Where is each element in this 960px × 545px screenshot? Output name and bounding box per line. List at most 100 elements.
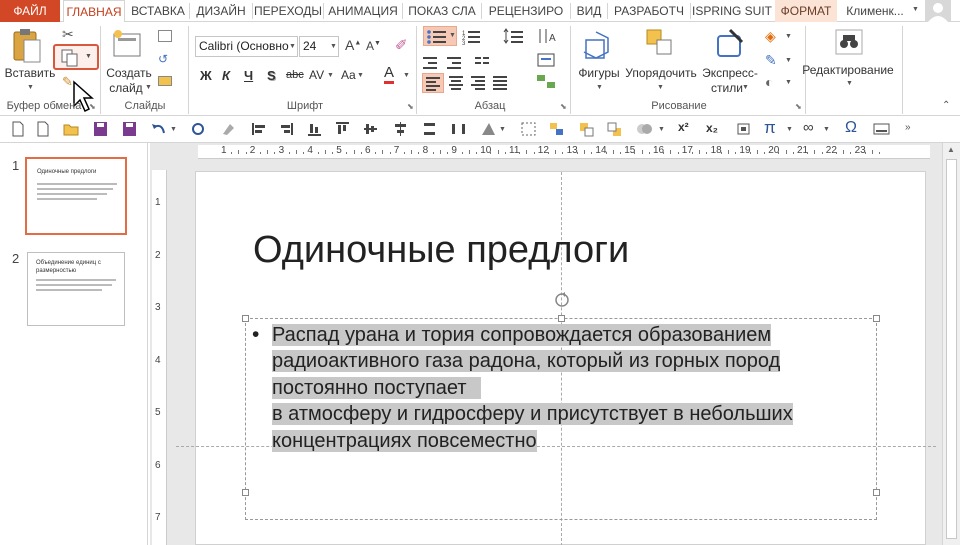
numbering-icon[interactable]: 123 — [462, 29, 492, 45]
keyboard-icon[interactable] — [873, 121, 890, 137]
arrange-chevron-down-icon[interactable]: ▼ — [657, 84, 664, 91]
align-right-objects-icon[interactable] — [278, 121, 295, 137]
align-middle-icon[interactable] — [362, 121, 379, 137]
format-tool-icon[interactable] — [220, 121, 237, 137]
text-line-4[interactable]: в атмосферу и гидросферу и присутствует … — [272, 403, 793, 426]
tab-transitions[interactable]: ПЕРЕХОДЫ — [253, 0, 323, 22]
text-line-1[interactable]: Распад урана и тория сопровождается обра… — [272, 324, 772, 346]
superscript-button[interactable]: x² — [678, 120, 689, 134]
shapes-icon[interactable] — [582, 28, 616, 62]
bullets-button[interactable]: ▼ — [423, 26, 457, 46]
tab-insert[interactable]: ВСТАВКА — [127, 0, 189, 22]
slide-thumbnail-1[interactable]: Одиночные предлоги — [25, 157, 127, 235]
rotate-chevron-down-icon[interactable]: ▼ — [499, 126, 506, 133]
paragraph-launcher-icon[interactable]: ⬊ — [560, 102, 567, 111]
tab-view[interactable]: ВИД — [571, 0, 607, 22]
horizontal-ruler[interactable]: 1 2 3 4 5 6 7 8 9 10 11 12 13 14 15 16 17 18 19 20 21 22 23 — [198, 145, 930, 159]
text-line-2[interactable]: радиоактивного газа радона, который из г… — [272, 350, 781, 373]
infinity-button[interactable]: ∞ — [803, 119, 814, 136]
align-center-objects-icon[interactable] — [392, 121, 409, 137]
char-spacing-button[interactable]: AV — [309, 68, 324, 82]
group-icon[interactable] — [520, 121, 537, 137]
qat-more-chevron-right-icon[interactable]: » — [905, 122, 911, 133]
shape-fill-chevron-down-icon[interactable]: ▼ — [785, 33, 792, 40]
tab-design[interactable]: ДИЗАЙН — [190, 0, 252, 22]
tab-format[interactable]: ФОРМАТ — [775, 0, 837, 22]
line-spacing-icon[interactable] — [503, 28, 531, 44]
change-case-chevron-down-icon[interactable]: ▼ — [357, 72, 364, 79]
redo-icon[interactable] — [190, 121, 207, 137]
shadow-button[interactable]: S — [267, 68, 276, 83]
find-binoculars-icon[interactable] — [834, 28, 864, 56]
copy-chevron-down-icon[interactable]: ▼ — [85, 53, 92, 60]
bold-button[interactable]: Ж — [200, 68, 212, 83]
avatar[interactable] — [925, 0, 951, 22]
underline-button[interactable]: Ч — [244, 68, 253, 83]
grow-font-icon[interactable]: A▲ — [345, 37, 361, 53]
tab-animations[interactable]: АНИМАЦИЯ — [324, 0, 402, 22]
drawing-launcher-icon[interactable]: ⬊ — [795, 102, 802, 111]
italic-button[interactable]: К — [222, 68, 230, 83]
clipboard-launcher-icon[interactable]: ⬊ — [89, 102, 96, 111]
align-left-button[interactable] — [422, 73, 444, 93]
infinity-chevron-down-icon[interactable]: ▼ — [823, 126, 830, 133]
equation-chevron-down-icon[interactable]: ▼ — [786, 126, 793, 133]
rotate-handle-icon[interactable] — [553, 291, 571, 309]
shape-outline-chevron-down-icon[interactable]: ▼ — [785, 57, 792, 64]
resize-handle[interactable] — [873, 489, 880, 496]
shape-effects-icon[interactable]: ◐ — [765, 74, 773, 90]
copy-button[interactable]: ▼ — [53, 44, 99, 70]
user-chevron-down-icon[interactable]: ▼ — [912, 6, 919, 13]
strikethrough-button[interactable]: abc — [286, 69, 304, 81]
editing-label[interactable]: Редактирование — [800, 63, 896, 78]
shape-outline-icon[interactable]: ✎ — [765, 52, 777, 69]
new-slide-button[interactable] — [112, 28, 144, 62]
scrollbar-thumb[interactable] — [946, 159, 957, 539]
font-launcher-icon[interactable]: ⬊ — [407, 102, 414, 111]
tab-ispring[interactable]: ISPRING SUIT — [691, 0, 773, 22]
merge-shapes-icon[interactable] — [636, 121, 653, 137]
new-slide-chevron-down-icon[interactable]: ▼ — [145, 84, 152, 91]
font-family-select[interactable]: Calibri (Основно — [195, 36, 298, 57]
clear-formatting-icon[interactable]: ✐ — [395, 36, 408, 54]
layout-icon[interactable] — [158, 30, 172, 42]
reset-icon[interactable]: ↺ — [158, 52, 168, 66]
shapes-chevron-down-icon[interactable]: ▼ — [596, 84, 603, 91]
text-line-5[interactable]: концентрациях повсеместно — [272, 429, 537, 452]
vertical-scrollbar[interactable]: ▲ — [942, 143, 960, 545]
smartart-icon[interactable] — [536, 74, 560, 90]
change-case-button[interactable]: Aa — [341, 68, 356, 82]
tab-home[interactable]: ГЛАВНАЯ — [63, 0, 125, 23]
subscript-button[interactable]: x₂ — [706, 121, 718, 135]
symbol-omega-button[interactable]: Ω — [845, 119, 857, 137]
text-line-3[interactable]: постоянно поступает — [272, 376, 481, 399]
collapse-ribbon-chevron-up-icon[interactable]: ⌃ — [942, 100, 950, 111]
quick-styles-icon[interactable] — [712, 28, 746, 60]
ungroup-icon[interactable] — [548, 121, 565, 137]
section-icon[interactable] — [158, 76, 172, 86]
slide-thumbnail-2[interactable]: Объединение единиц с размерностью — [27, 252, 125, 326]
text-direction-icon[interactable]: A — [536, 27, 564, 45]
tab-slideshow[interactable]: ПОКАЗ СЛА — [403, 0, 481, 22]
align-top-icon[interactable] — [334, 121, 351, 137]
scroll-up-arrow-icon[interactable]: ▲ — [947, 145, 955, 154]
alignment-buttons[interactable] — [448, 75, 528, 91]
new-page-icon[interactable] — [35, 121, 52, 137]
tab-review[interactable]: РЕЦЕНЗИРО — [482, 0, 570, 22]
merge-chevron-down-icon[interactable]: ▼ — [658, 126, 665, 133]
save-icon[interactable] — [92, 121, 109, 137]
bring-forward-icon[interactable] — [578, 121, 595, 137]
tab-developer[interactable]: РАЗРАБОТЧ — [608, 0, 690, 22]
align-bottom-icon[interactable] — [306, 121, 323, 137]
char-spacing-chevron-down-icon[interactable]: ▼ — [327, 72, 334, 79]
font-color-button[interactable]: A — [384, 65, 395, 84]
align-objects-icon[interactable] — [250, 121, 267, 137]
content-placeholder[interactable]: • Распад урана и тория сопровождается об… — [242, 292, 880, 520]
shrink-font-icon[interactable]: A▼ — [366, 39, 381, 53]
paste-chevron-down-icon[interactable]: ▼ — [27, 84, 34, 91]
rotate-icon[interactable] — [480, 121, 497, 137]
new-document-icon[interactable] — [10, 121, 27, 137]
distribute-vertical-icon[interactable] — [421, 121, 438, 137]
slide-canvas[interactable]: Одиночные предлоги • Распад урана и тори… — [176, 171, 936, 545]
user-name[interactable]: Клименк... — [842, 0, 908, 22]
